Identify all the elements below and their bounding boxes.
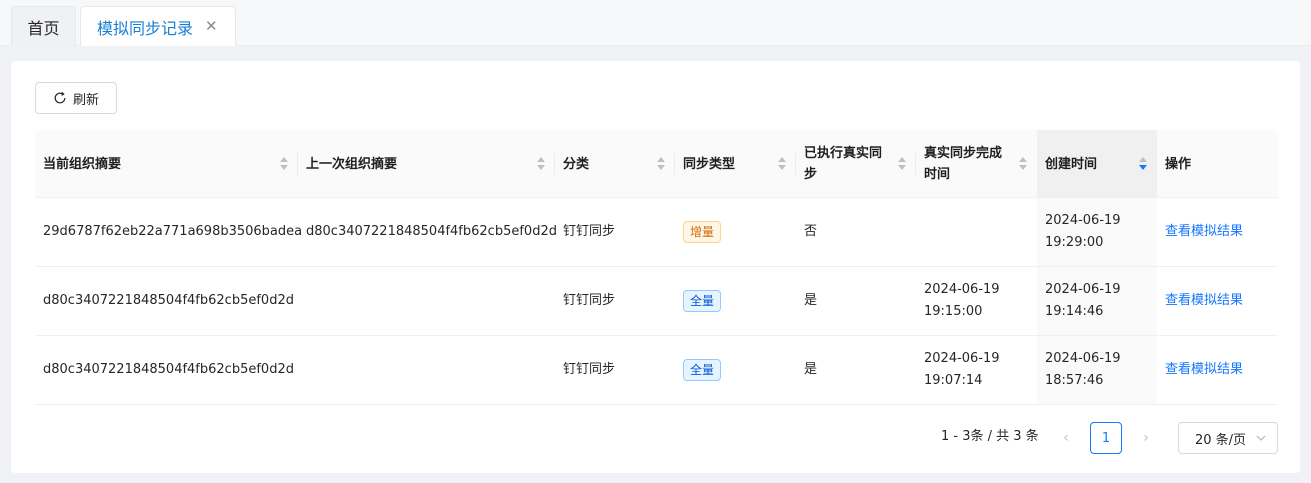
cell-previous-digest: d80c3407221848504f4fb62cb5ef0d2d [306, 224, 557, 239]
cell-category: 钉钉同步 [563, 224, 616, 239]
close-icon[interactable]: ✕ [205, 19, 218, 34]
cell-sync-type: 增量 [675, 198, 796, 266]
view-simulation-result-link[interactable]: 查看模拟结果 [1165, 290, 1243, 312]
created-date: 2024-06-19 [1045, 282, 1121, 297]
done-date: 2024-06-19 [924, 351, 1000, 366]
cell-category: 钉钉同步 [563, 293, 616, 308]
sort-icon[interactable] [778, 157, 786, 171]
cell-actions: 查看模拟结果 [1157, 336, 1278, 404]
cell-current-digest: d80c3407221848504f4fb62cb5ef0d2d [43, 293, 294, 308]
col-sync-type[interactable]: 同步类型 [675, 130, 796, 198]
content-card: 刷新 当前组织摘要 上一次组织摘要 分类 同步类型 已执行真实同步 真实同步完成… [11, 61, 1300, 473]
cell-created-time: 2024-06-19 19:14:46 [1037, 267, 1157, 335]
page-size-value: 20 条/页 [1195, 432, 1247, 448]
refresh-label: 刷新 [72, 92, 99, 108]
cell-sync-type: 全量 [675, 267, 796, 335]
sort-icon[interactable] [657, 157, 665, 171]
col-label: 上一次组织摘要 [306, 156, 398, 172]
sync-type-tag: 增量 [683, 221, 722, 243]
created-time: 19:14:46 [1045, 304, 1104, 319]
table-row: 29d6787f62eb22a771a698b3506badea d80c340… [35, 198, 1278, 267]
col-label: 操作 [1165, 156, 1192, 172]
col-label: 已执行真实同步 [804, 146, 883, 182]
cell-executed: 是 [804, 362, 818, 377]
sort-icon[interactable] [537, 157, 545, 171]
cell-done-time: 2024-06-19 19:07:14 [916, 336, 1037, 404]
cell-sync-type: 全量 [675, 336, 796, 404]
created-date: 2024-06-19 [1045, 213, 1121, 228]
refresh-icon [54, 91, 66, 104]
chevron-left-icon[interactable]: ‹ [1050, 422, 1082, 454]
sync-type-tag: 全量 [683, 359, 722, 381]
pagination-page-1[interactable]: 1 [1090, 422, 1122, 454]
done-time: 19:15:00 [924, 304, 983, 319]
view-simulation-result-link[interactable]: 查看模拟结果 [1165, 221, 1243, 243]
col-label: 当前组织摘要 [43, 156, 122, 172]
col-done-time[interactable]: 真实同步完成时间 [916, 130, 1037, 198]
done-time: 19:07:14 [924, 373, 983, 388]
created-time: 19:29:00 [1045, 235, 1104, 250]
page-size-select[interactable]: 20 条/页 [1178, 422, 1278, 454]
cell-category: 钉钉同步 [563, 362, 616, 377]
pagination-total: 1 - 3条 / 共 3 条 [941, 429, 1039, 444]
done-date: 2024-06-19 [924, 282, 1000, 297]
cell-actions: 查看模拟结果 [1157, 198, 1278, 266]
records-table: 当前组织摘要 上一次组织摘要 分类 同步类型 已执行真实同步 真实同步完成时间 … [35, 130, 1278, 405]
table-header: 当前组织摘要 上一次组织摘要 分类 同步类型 已执行真实同步 真实同步完成时间 … [35, 130, 1278, 198]
col-category[interactable]: 分类 [555, 130, 675, 198]
col-label: 创建时间 [1045, 156, 1098, 172]
chevron-down-icon [1256, 435, 1266, 441]
col-label: 真实同步完成时间 [924, 146, 1003, 182]
cell-created-time: 2024-06-19 19:29:00 [1037, 198, 1157, 266]
tab-bar: 首页 模拟同步记录 ✕ [0, 0, 1311, 46]
col-previous-digest[interactable]: 上一次组织摘要 [298, 130, 555, 198]
sort-icon[interactable] [280, 157, 288, 171]
col-label: 分类 [563, 156, 590, 172]
tab-simulated-sync-records[interactable]: 模拟同步记录 ✕ [80, 6, 236, 46]
sort-desc-icon[interactable] [1139, 157, 1147, 171]
cell-current-digest: d80c3407221848504f4fb62cb5ef0d2d [43, 362, 294, 377]
col-created-time[interactable]: 创建时间 [1037, 130, 1157, 198]
created-time: 18:57:46 [1045, 373, 1104, 388]
sort-icon[interactable] [898, 157, 906, 171]
created-date: 2024-06-19 [1045, 351, 1121, 366]
tab-active-label: 模拟同步记录 [97, 18, 194, 38]
cell-created-time: 2024-06-19 18:57:46 [1037, 336, 1157, 404]
col-executed[interactable]: 已执行真实同步 [796, 130, 916, 198]
col-label: 同步类型 [683, 156, 736, 172]
table-row: d80c3407221848504f4fb62cb5ef0d2d 钉钉同步 全量… [35, 336, 1278, 405]
col-current-digest[interactable]: 当前组织摘要 [35, 130, 298, 198]
cell-executed: 否 [804, 224, 818, 239]
cell-executed: 是 [804, 293, 818, 308]
view-simulation-result-link[interactable]: 查看模拟结果 [1165, 359, 1243, 381]
cell-actions: 查看模拟结果 [1157, 267, 1278, 335]
sort-icon[interactable] [1019, 157, 1027, 171]
refresh-button[interactable]: 刷新 [35, 82, 117, 114]
chevron-right-icon[interactable]: › [1130, 422, 1162, 454]
tab-home[interactable]: 首页 [11, 6, 76, 46]
col-actions: 操作 [1157, 130, 1278, 198]
sync-type-tag: 全量 [683, 290, 722, 312]
tab-home-label: 首页 [27, 18, 60, 38]
table-row: d80c3407221848504f4fb62cb5ef0d2d 钉钉同步 全量… [35, 267, 1278, 336]
cell-current-digest: 29d6787f62eb22a771a698b3506badea [43, 224, 303, 239]
cell-done-time: 2024-06-19 19:15:00 [916, 267, 1037, 335]
cell-previous-digest [298, 267, 555, 335]
cell-previous-digest [298, 336, 555, 404]
cell-done-time [916, 198, 1037, 266]
